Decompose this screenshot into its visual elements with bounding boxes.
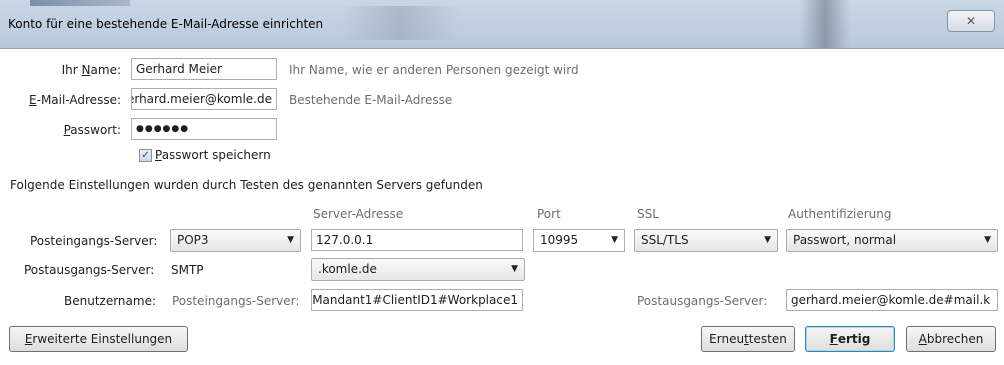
email-label: E-Mail-Adresse: [29, 93, 121, 107]
email-hint: Bestehende E-Mail-Adresse [289, 93, 453, 107]
username-outgoing-label: Postausgangs-Server: [637, 294, 768, 308]
dialog-titlebar: Konto für eine bestehende E-Mail-Adresse… [0, 0, 1004, 49]
chevron-down-icon: ▼ [984, 235, 991, 245]
close-button[interactable]: ✕ [947, 10, 995, 32]
column-ssl: SSL [637, 207, 659, 221]
username-outgoing-field[interactable]: gerhard.meier@komle.de#mail.k [786, 289, 998, 311]
password-label: Passwort: [63, 123, 121, 137]
chevron-down-icon: ▼ [511, 264, 518, 274]
username-incoming-field[interactable]: Mandant1#ClientID1#Workplace1 [311, 289, 523, 311]
found-settings-text: Folgende Einstellungen wurden durch Test… [10, 178, 483, 192]
incoming-auth-select[interactable]: Passwort, normal ▼ [786, 229, 998, 252]
remember-password-label: Passwort speichern [155, 148, 271, 162]
dialog-title: Konto für eine bestehende E-Mail-Adresse… [8, 17, 324, 31]
titlebar-glass-reflection-dark [800, 0, 850, 48]
column-authentication: Authentifizierung [788, 207, 892, 221]
incoming-protocol-select[interactable]: POP3 ▼ [170, 229, 301, 252]
column-port: Port [537, 207, 561, 221]
outgoing-protocol: SMTP [171, 263, 204, 277]
username-label: Benutzername: [64, 294, 157, 308]
name-hint: Ihr Name, wie er anderen Personen gezeig… [289, 63, 579, 77]
done-button[interactable]: Fertig [805, 326, 895, 352]
incoming-port-select[interactable]: 10995 ▼ [533, 229, 625, 252]
dialog-content: Ihr Name: Gerhard Meier Ihr Name, wie er… [0, 49, 1004, 365]
outgoing-server-select[interactable]: .komle.de ▼ [311, 258, 525, 281]
cancel-button[interactable]: Abbrechen [906, 326, 996, 352]
remember-password-checkbox[interactable]: ✓ [139, 149, 152, 162]
advanced-settings-button[interactable]: Erweiterte Einstellungen [9, 326, 188, 352]
retest-button[interactable]: Erneu t testen [701, 326, 795, 352]
password-field[interactable]: ●●●●●● [131, 118, 277, 140]
close-icon: ✕ [965, 14, 977, 28]
username-incoming-label: Posteingangs-Server: [172, 294, 300, 308]
chevron-down-icon: ▼ [764, 235, 771, 245]
column-server-address: Server-Adresse [313, 207, 404, 221]
incoming-ssl-select[interactable]: SSL/TLS ▼ [634, 229, 778, 252]
incoming-server-label: Posteingangs-Server: [30, 234, 158, 248]
name-label: Ihr Name: [61, 63, 121, 77]
titlebar-glass-reflection [340, 6, 460, 40]
incoming-server-field[interactable]: 127.0.0.1 [311, 229, 523, 251]
chevron-down-icon: ▼ [287, 235, 294, 245]
email-field[interactable]: gerhard.meier@komle.de [131, 88, 277, 110]
name-field[interactable]: Gerhard Meier [131, 58, 277, 80]
chevron-down-icon: ▼ [611, 235, 618, 245]
outgoing-server-label: Postausgangs-Server: [24, 263, 155, 277]
background-window-strip [30, 0, 130, 6]
